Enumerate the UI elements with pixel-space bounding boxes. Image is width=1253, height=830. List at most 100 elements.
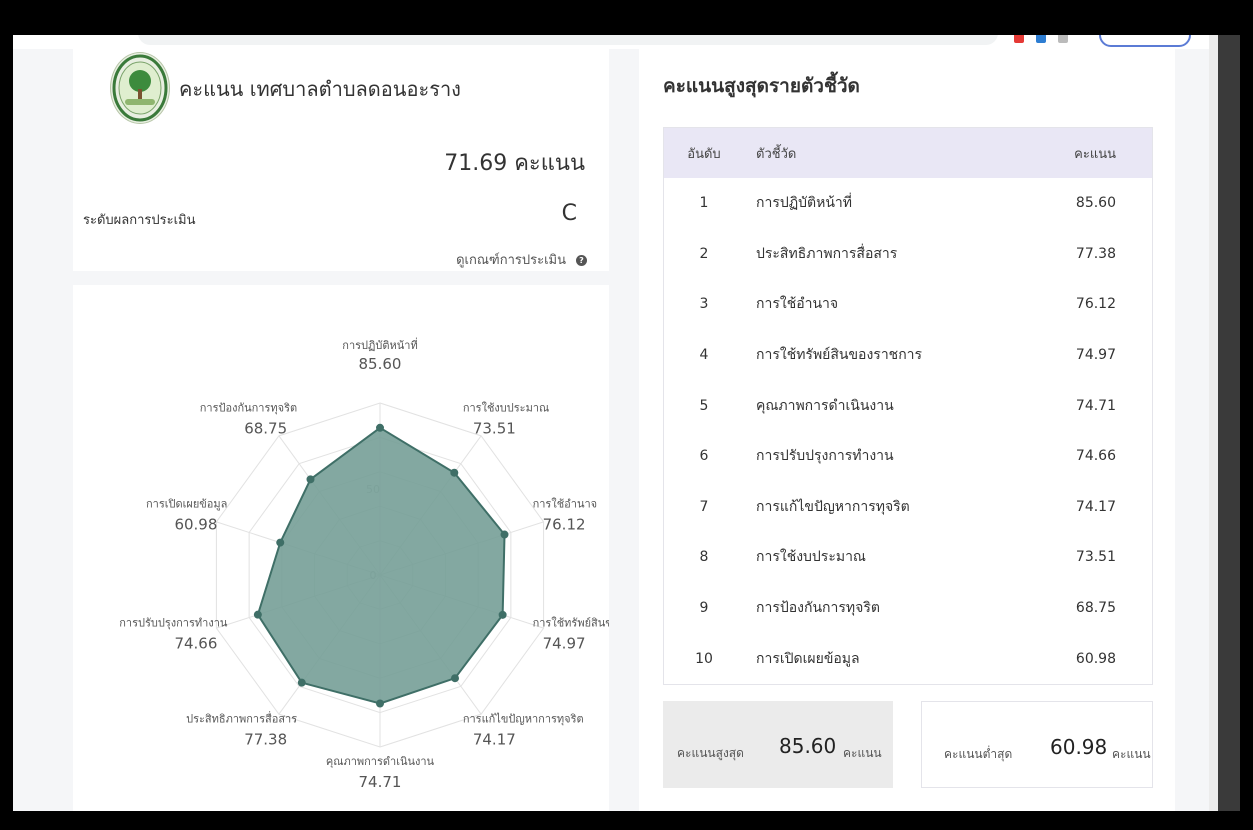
row-score: 73.51 — [1075, 549, 1116, 566]
radar-data-point — [297, 678, 306, 687]
radar-axis-label: การใช้งบประมาณ — [463, 402, 549, 415]
row-score: 74.66 — [1075, 448, 1116, 465]
radar-data-point — [498, 610, 507, 619]
row-rank: 3 — [699, 296, 709, 313]
row-indicator: การปรับปรุงการทำงาน — [756, 448, 894, 465]
max-score-value: 85.60 — [779, 734, 837, 758]
row-score: 60.98 — [1075, 650, 1116, 667]
table-row: 2 ประสิทธิภาพการสื่อสาร 77.38 — [664, 229, 1153, 280]
radar-chart: 050การปฏิบัติหน้าที่85.60การใช้งบประมาณ7… — [119, 337, 613, 791]
max-score-label: คะแนนสูงสุด — [677, 746, 744, 760]
row-rank: 7 — [699, 498, 709, 515]
radar-axis-label: การปฏิบัติหน้าที่ — [342, 337, 417, 352]
table-row: 10 การเปิดเผยข้อมูล 60.98 — [664, 633, 1153, 684]
total-score: 71.69 คะแนน — [444, 145, 585, 180]
page-title: คะแนน เทศบาลตำบลดอนอะราง — [179, 77, 461, 101]
extension-icon[interactable] — [1058, 35, 1068, 43]
table-row: 6 การปรับปรุงการทำงาน 74.66 — [664, 431, 1153, 482]
table-row: 8 การใช้งบประมาณ 73.51 — [664, 532, 1153, 583]
address-bar[interactable] — [138, 35, 998, 45]
radar-chart-panel: 050การปฏิบัติหน้าที่85.60การใช้งบประมาณ7… — [73, 285, 613, 811]
radar-axis-label: การใช้ทรัพย์สินข — [533, 616, 609, 629]
table-row: 7 การแก้ไขปัญหาการทุจริต 74.17 — [664, 482, 1153, 533]
table-row: 5 คุณภาพการดำเนินงาน 74.71 — [664, 380, 1153, 431]
max-score-unit: คะแนน — [843, 746, 882, 760]
radar-value-label: 68.75 — [244, 420, 287, 438]
radar-data-point — [376, 699, 384, 708]
row-indicator: การปฏิบัติหน้าที่ — [756, 195, 853, 212]
window-edge — [1218, 35, 1240, 811]
row-indicator: ประสิทธิภาพการสื่อสาร — [756, 245, 898, 262]
radar-data-point — [306, 475, 315, 484]
radar-value-label: 85.60 — [359, 355, 402, 373]
municipality-seal-icon — [110, 52, 170, 124]
radar-value-label: 74.17 — [473, 730, 516, 748]
column-header-score: คะแนน — [1025, 127, 1153, 178]
radar-axis-label: การใช้อำนาจ — [533, 498, 598, 511]
row-indicator: การใช้อำนาจ — [756, 296, 839, 313]
row-indicator: การใช้งบประมาณ — [756, 549, 866, 566]
radar-axis-label: การแก้ไขปัญหาการทุจริต — [463, 712, 584, 725]
radar-value-label: 74.71 — [359, 773, 402, 791]
row-indicator: การป้องกันการทุจริต — [756, 600, 880, 617]
assessment-level-value: C — [561, 201, 577, 226]
max-score-box: คะแนนสูงสุด 85.60 คะแนน — [663, 701, 893, 788]
min-score-box: คะแนนต่ำสุด 60.98 คะแนน — [921, 701, 1153, 788]
browser-viewport: คะแนน เทศบาลตำบลดอนอะราง 71.69 คะแนน ระด… — [13, 35, 1240, 811]
radar-axis-label: การปรับปรุงการทำงาน — [119, 616, 228, 629]
score-card: คะแนน เทศบาลตำบลดอนอะราง 71.69 คะแนน ระด… — [73, 49, 609, 271]
radar-value-label: 76.12 — [543, 516, 586, 534]
row-rank: 2 — [699, 245, 709, 262]
question-circle-icon[interactable]: ? — [576, 255, 587, 266]
row-indicator: การแก้ไขปัญหาการทุจริต — [756, 498, 910, 515]
radar-data-point — [450, 468, 459, 477]
column-header-rank: อันดับ — [663, 127, 744, 178]
radar-data-point — [500, 530, 509, 539]
table-row: 3 การใช้อำนาจ 76.12 — [664, 279, 1153, 330]
table-header-row: อันดับ ตัวชี้วัด คะแนน — [663, 127, 1153, 178]
radar-data-point — [253, 610, 262, 619]
row-score: 68.75 — [1075, 600, 1116, 617]
row-rank: 6 — [699, 448, 709, 465]
radar-data-point — [450, 674, 459, 683]
radar-axis-label: คุณภาพการดำเนินงาน — [326, 755, 435, 768]
assessment-level-label: ระดับผลการประเมิน — [83, 213, 196, 228]
row-rank: 10 — [695, 650, 713, 667]
radar-value-label: 74.66 — [174, 634, 217, 652]
row-score: 74.97 — [1075, 347, 1116, 364]
radar-data-point — [376, 423, 384, 432]
criteria-link[interactable]: ดูเกณฑ์การประเมิน? — [456, 249, 587, 270]
row-score: 76.12 — [1075, 296, 1116, 313]
radar-value-label: 60.98 — [174, 516, 217, 534]
criteria-link-label[interactable]: ดูเกณฑ์การประเมิน — [456, 253, 566, 268]
radar-axis-label: การเปิดเผยข้อมูล — [146, 498, 227, 511]
total-score-unit: คะแนน — [514, 151, 585, 176]
row-rank: 5 — [699, 397, 709, 414]
browser-toolbar — [13, 35, 1240, 49]
row-rank: 1 — [699, 195, 709, 212]
total-score-value: 71.69 — [444, 151, 508, 176]
row-score: 85.60 — [1075, 195, 1116, 212]
row-score: 77.38 — [1075, 245, 1116, 262]
ranking-title: คะแนนสูงสุดรายตัวชี้วัด — [663, 75, 860, 97]
ranking-panel: คะแนนสูงสุดรายตัวชี้วัด อันดับ ตัวชี้วัด… — [639, 49, 1175, 811]
radar-value-label: 73.51 — [473, 420, 516, 438]
row-indicator: การใช้ทรัพย์สินของราชการ — [756, 347, 923, 364]
radar-axis-label: การป้องกันการทุจริต — [200, 402, 297, 415]
table-row: 4 การใช้ทรัพย์สินของราชการ 74.97 — [664, 330, 1153, 381]
row-score: 74.17 — [1075, 498, 1116, 515]
radar-data-point — [276, 538, 285, 547]
row-score: 74.71 — [1075, 397, 1116, 414]
scroll-gutter — [1209, 35, 1218, 811]
min-score-label: คะแนนต่ำสุด — [944, 747, 1013, 761]
profile-button[interactable] — [1099, 35, 1191, 47]
extension-icon[interactable] — [1036, 35, 1046, 43]
column-header-indicator: ตัวชี้วัด — [744, 127, 1025, 178]
table-row: 9 การป้องกันการทุจริต 68.75 — [664, 583, 1153, 634]
row-rank: 9 — [699, 600, 709, 617]
radar-value-label: 77.38 — [244, 730, 287, 748]
min-score-value: 60.98 — [1050, 735, 1108, 759]
extension-icon[interactable] — [1014, 35, 1024, 43]
row-indicator: คุณภาพการดำเนินงาน — [756, 397, 894, 414]
row-indicator: การเปิดเผยข้อมูล — [756, 650, 860, 667]
